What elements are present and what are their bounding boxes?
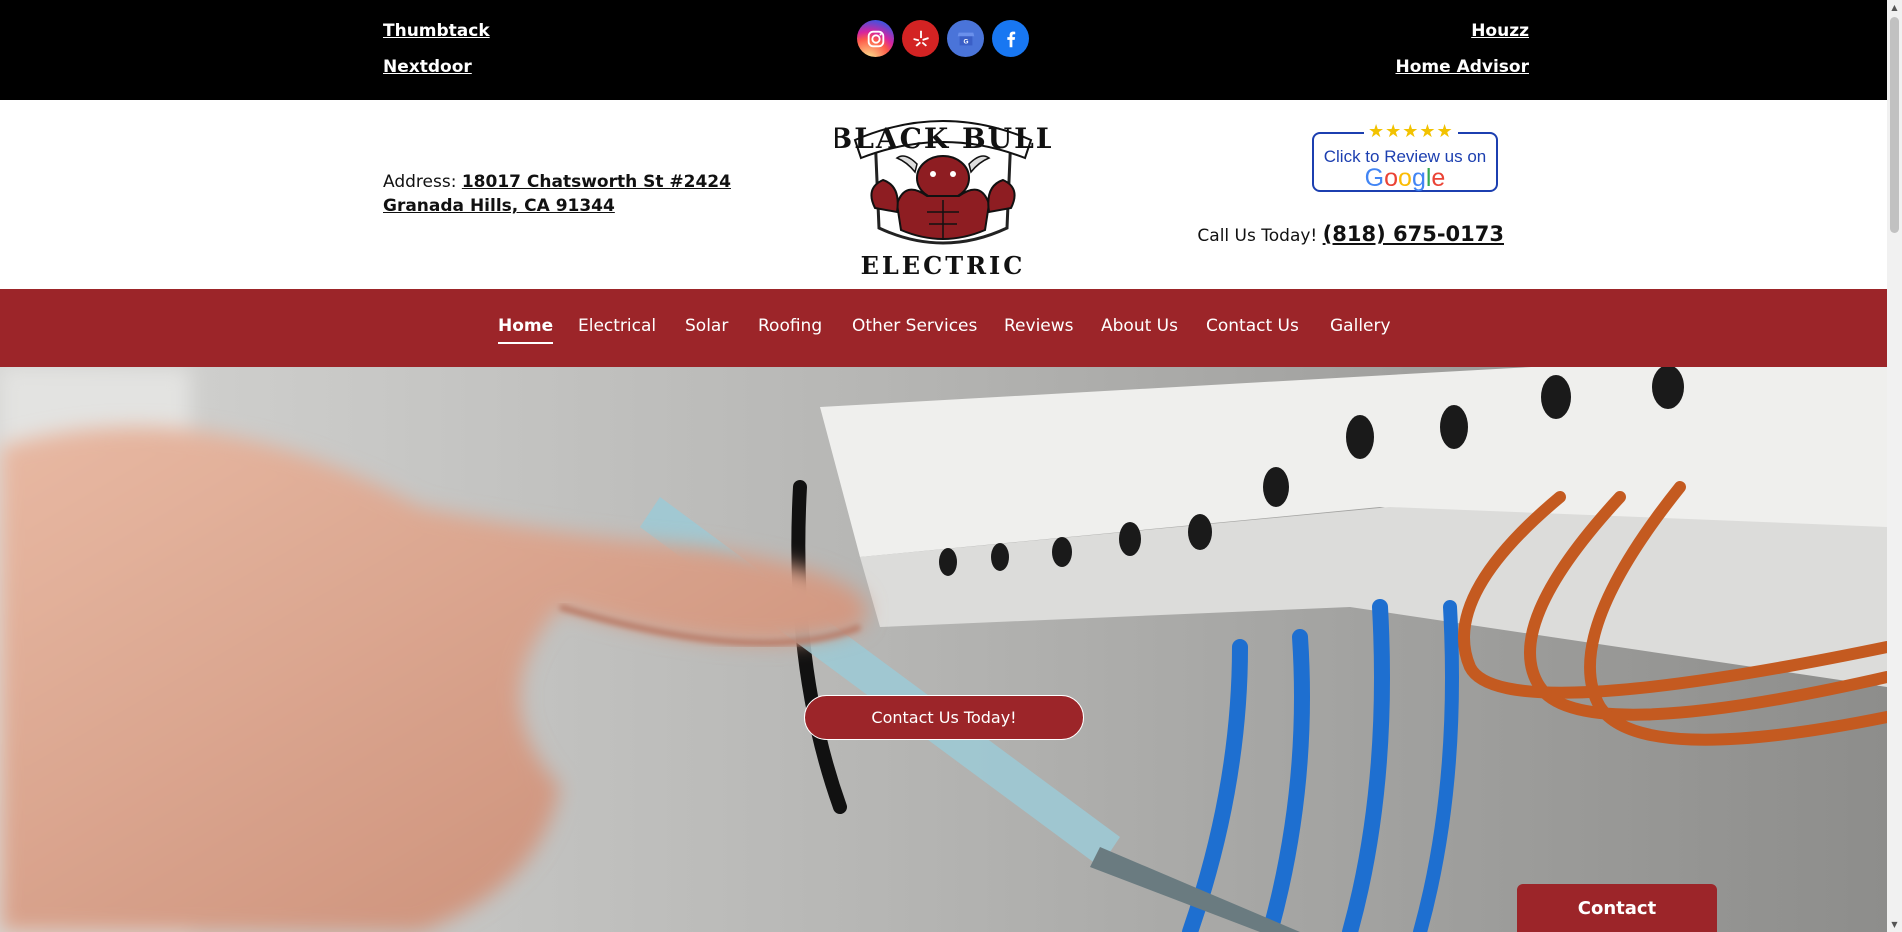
nav-solar[interactable]: Solar — [685, 316, 728, 336]
page-scrollbar[interactable]: ▲ ▼ — [1887, 0, 1902, 932]
nav-contact-us[interactable]: Contact Us — [1206, 316, 1299, 336]
review-stars: ★★★★★ — [1364, 122, 1458, 142]
google-business-icon[interactable]: G — [947, 20, 984, 57]
nav-about-us[interactable]: About Us — [1101, 316, 1178, 336]
nextdoor-link[interactable]: Nextdoor — [383, 57, 472, 77]
nav-electrical[interactable]: Electrical — [578, 316, 656, 336]
nav-reviews[interactable]: Reviews — [1004, 316, 1074, 336]
google-review-badge[interactable]: ★★★★★ Click to Review us on Google — [1312, 122, 1498, 192]
contact-tab-button[interactable]: Contact — [1517, 884, 1717, 932]
yelp-icon[interactable] — [902, 20, 939, 57]
contact-us-today-button[interactable]: Contact Us Today! — [804, 695, 1084, 740]
hero-image — [0, 367, 1887, 932]
hero-banner: Contact Us Today! — [0, 367, 1887, 932]
nav-gallery[interactable]: Gallery — [1330, 316, 1391, 336]
logo-bottom-text: ELECTRIC — [861, 251, 1026, 280]
call-us: Call Us Today! (818) 675-0173 — [1197, 222, 1504, 246]
nav-home[interactable]: Home — [498, 316, 554, 344]
google-wordmark: Google — [1364, 164, 1446, 192]
facebook-icon[interactable] — [992, 20, 1029, 57]
scroll-thumb[interactable] — [1890, 17, 1899, 233]
nav-other-services[interactable]: Other Services — [852, 316, 977, 336]
instagram-icon[interactable] — [857, 20, 894, 57]
scroll-up-icon[interactable]: ▲ — [1887, 0, 1902, 15]
address-line1-link[interactable]: 18017 Chatsworth St #2424 — [462, 172, 731, 192]
black-bull-logo[interactable]: BLACK BULL ELECTRIC — [829, 108, 1055, 280]
svg-text:G: G — [963, 38, 968, 45]
site-header: Address: 18017 Chatsworth St #2424 Grana… — [0, 100, 1887, 289]
scroll-down-icon[interactable]: ▼ — [1887, 917, 1902, 932]
houzz-link[interactable]: Houzz — [1471, 21, 1529, 41]
logo-top-text: BLACK BULL — [835, 122, 1051, 155]
thumbtack-link[interactable]: Thumbtack — [383, 21, 490, 41]
top-bar: Thumbtack Nextdoor Houzz Home Advisor G — [0, 0, 1887, 100]
address-line2-link[interactable]: Granada Hills, CA 91344 — [383, 196, 615, 216]
call-label: Call Us Today! — [1197, 226, 1318, 246]
home-advisor-link[interactable]: Home Advisor — [1396, 57, 1530, 77]
address-label: Address: — [383, 172, 457, 192]
main-nav: Home Electrical Solar Roofing Other Serv… — [0, 289, 1887, 367]
address-block: Address: 18017 Chatsworth St #2424 Grana… — [383, 170, 731, 218]
nav-roofing[interactable]: Roofing — [758, 316, 822, 336]
phone-link[interactable]: (818) 675-0173 — [1323, 222, 1504, 246]
